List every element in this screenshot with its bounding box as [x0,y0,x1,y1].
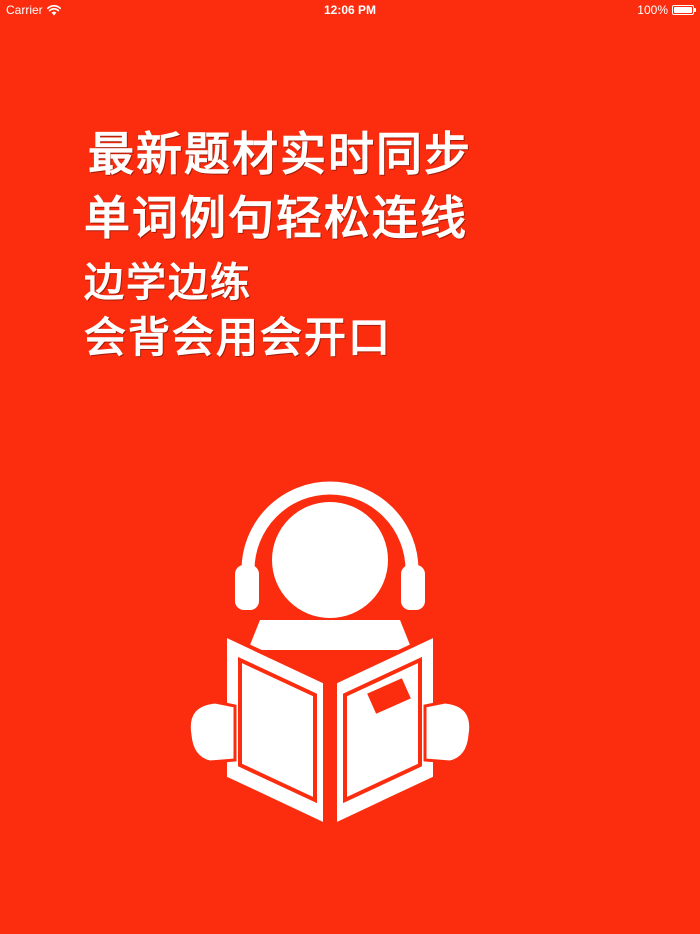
status-bar: Carrier 12:06 PM 100% [0,0,700,20]
headline-line-2: 单词例句轻松连线 [84,191,468,245]
battery-group: 100% [637,3,696,17]
reader-with-headphones-icon [187,481,473,829]
logo-right-earcup [401,565,425,610]
headline-line-4: 会背会用会开口 [84,313,393,362]
logo-left-hand [187,700,237,764]
logo-right-hand [423,700,473,764]
battery-icon [672,5,696,15]
logo-shoulders [248,620,412,650]
headline-line-1: 最新题材实时同步 [88,127,472,181]
status-time: 12:06 PM [323,3,377,17]
headline-block: 最新题材实时同步 单词例句轻松连线 边学边练 会背会用会开口 [84,128,472,362]
battery-percent: 100% [637,3,668,17]
headline-line-3: 边学边练 [84,260,252,306]
battery-fill [674,7,692,13]
logo-left-earcup [235,565,259,610]
logo-head [272,502,388,618]
